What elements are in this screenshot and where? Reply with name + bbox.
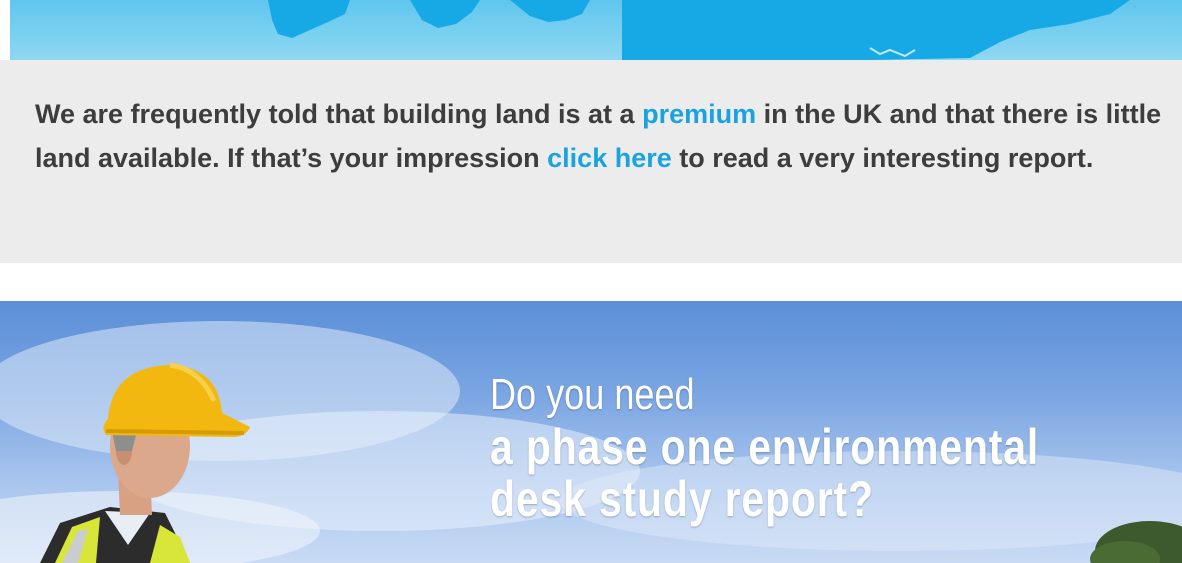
premium-link[interactable]: premium: [642, 99, 756, 129]
hero-line-3: desk study report?: [490, 471, 874, 527]
hero-line-1: Do you need: [490, 370, 695, 419]
info-text-part1: We are frequently told that building lan…: [35, 99, 643, 129]
hero-line-2: a phase one environmental: [490, 419, 1040, 475]
info-text-part3: to read a very interesting report.: [671, 143, 1094, 173]
hero-headline: Do you need a phase one environmental de…: [490, 369, 1180, 525]
page: We are frequently told that building lan…: [0, 0, 1182, 563]
info-paragraph: We are frequently told that building lan…: [35, 92, 1175, 180]
uk-map-illustration: [268, 0, 1130, 60]
click-here-link[interactable]: click here: [547, 143, 672, 173]
hero-banner[interactable]: Do you need a phase one environmental de…: [0, 301, 1182, 563]
uk-map-banner: [10, 0, 1182, 60]
